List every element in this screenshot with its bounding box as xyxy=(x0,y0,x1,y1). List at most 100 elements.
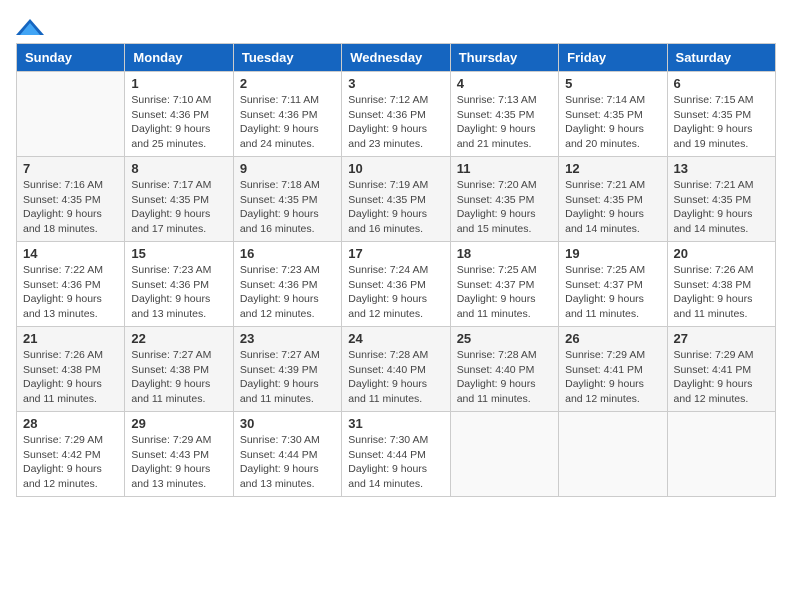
calendar-cell xyxy=(667,412,775,497)
logo-icon xyxy=(16,17,44,37)
calendar-cell: 31 Sunrise: 7:30 AM Sunset: 4:44 PM Dayli… xyxy=(342,412,450,497)
day-info: Sunrise: 7:24 AM Sunset: 4:36 PM Dayligh… xyxy=(348,263,443,322)
day-number: 4 xyxy=(457,76,552,91)
day-info: Sunrise: 7:23 AM Sunset: 4:36 PM Dayligh… xyxy=(240,263,335,322)
day-info: Sunrise: 7:21 AM Sunset: 4:35 PM Dayligh… xyxy=(565,178,660,237)
day-number: 20 xyxy=(674,246,769,261)
day-header-thursday: Thursday xyxy=(450,44,558,72)
day-number: 23 xyxy=(240,331,335,346)
calendar-week-row: 14 Sunrise: 7:22 AM Sunset: 4:36 PM Dayli… xyxy=(17,242,776,327)
day-number: 19 xyxy=(565,246,660,261)
calendar-cell: 30 Sunrise: 7:30 AM Sunset: 4:44 PM Dayli… xyxy=(233,412,341,497)
day-number: 22 xyxy=(131,331,226,346)
day-info: Sunrise: 7:14 AM Sunset: 4:35 PM Dayligh… xyxy=(565,93,660,152)
calendar-cell xyxy=(17,72,125,157)
calendar-cell: 9 Sunrise: 7:18 AM Sunset: 4:35 PM Daylig… xyxy=(233,157,341,242)
calendar-table: SundayMondayTuesdayWednesdayThursdayFrid… xyxy=(16,43,776,497)
day-header-saturday: Saturday xyxy=(667,44,775,72)
day-info: Sunrise: 7:27 AM Sunset: 4:38 PM Dayligh… xyxy=(131,348,226,407)
day-info: Sunrise: 7:19 AM Sunset: 4:35 PM Dayligh… xyxy=(348,178,443,237)
calendar-cell: 27Sunrise: 7:29 AM Sunset: 4:41 PM Dayli… xyxy=(667,327,775,412)
calendar-week-row: 7Sunrise: 7:16 AM Sunset: 4:35 PM Daylig… xyxy=(17,157,776,242)
day-info: Sunrise: 7:29 AM Sunset: 4:41 PM Dayligh… xyxy=(565,348,660,407)
calendar-cell: 21 Sunrise: 7:26 AM Sunset: 4:38 PM Dayli… xyxy=(17,327,125,412)
logo xyxy=(16,16,48,37)
day-number: 26 xyxy=(565,331,660,346)
day-number: 21 xyxy=(23,331,118,346)
day-number: 11 xyxy=(457,161,552,176)
day-info: Sunrise: 7:12 AM Sunset: 4:36 PM Dayligh… xyxy=(348,93,443,152)
calendar-cell: 25 Sunrise: 7:28 AM Sunset: 4:40 PM Dayli… xyxy=(450,327,558,412)
day-number: 13 xyxy=(674,161,769,176)
day-info: Sunrise: 7:22 AM Sunset: 4:36 PM Dayligh… xyxy=(23,263,118,322)
page-header xyxy=(16,16,776,37)
calendar-cell: 5 Sunrise: 7:14 AM Sunset: 4:35 PM Daylig… xyxy=(559,72,667,157)
day-info: Sunrise: 7:27 AM Sunset: 4:39 PM Dayligh… xyxy=(240,348,335,407)
day-header-wednesday: Wednesday xyxy=(342,44,450,72)
day-info: Sunrise: 7:11 AM Sunset: 4:36 PM Dayligh… xyxy=(240,93,335,152)
calendar-cell: 18 Sunrise: 7:25 AM Sunset: 4:37 PM Dayli… xyxy=(450,242,558,327)
day-info: Sunrise: 7:28 AM Sunset: 4:40 PM Dayligh… xyxy=(457,348,552,407)
calendar-cell: 28 Sunrise: 7:29 AM Sunset: 4:42 PM Dayli… xyxy=(17,412,125,497)
day-number: 14 xyxy=(23,246,118,261)
day-info: Sunrise: 7:17 AM Sunset: 4:35 PM Dayligh… xyxy=(131,178,226,237)
calendar-cell: 13Sunrise: 7:21 AM Sunset: 4:35 PM Dayli… xyxy=(667,157,775,242)
day-info: Sunrise: 7:26 AM Sunset: 4:38 PM Dayligh… xyxy=(23,348,118,407)
day-number: 25 xyxy=(457,331,552,346)
day-info: Sunrise: 7:30 AM Sunset: 4:44 PM Dayligh… xyxy=(348,433,443,492)
calendar-cell: 29 Sunrise: 7:29 AM Sunset: 4:43 PM Dayli… xyxy=(125,412,233,497)
calendar-cell: 24 Sunrise: 7:28 AM Sunset: 4:40 PM Dayli… xyxy=(342,327,450,412)
calendar-cell: 16 Sunrise: 7:23 AM Sunset: 4:36 PM Dayli… xyxy=(233,242,341,327)
day-number: 31 xyxy=(348,416,443,431)
day-header-tuesday: Tuesday xyxy=(233,44,341,72)
day-number: 29 xyxy=(131,416,226,431)
calendar-cell: 22 Sunrise: 7:27 AM Sunset: 4:38 PM Dayli… xyxy=(125,327,233,412)
day-number: 18 xyxy=(457,246,552,261)
calendar-cell: 1 Sunrise: 7:10 AM Sunset: 4:36 PM Daylig… xyxy=(125,72,233,157)
day-info: Sunrise: 7:16 AM Sunset: 4:35 PM Dayligh… xyxy=(23,178,118,237)
day-info: Sunrise: 7:15 AM Sunset: 4:35 PM Dayligh… xyxy=(674,93,769,152)
day-number: 5 xyxy=(565,76,660,91)
day-number: 8 xyxy=(131,161,226,176)
day-number: 24 xyxy=(348,331,443,346)
calendar-cell: 14 Sunrise: 7:22 AM Sunset: 4:36 PM Dayli… xyxy=(17,242,125,327)
day-info: Sunrise: 7:25 AM Sunset: 4:37 PM Dayligh… xyxy=(457,263,552,322)
day-number: 17 xyxy=(348,246,443,261)
calendar-cell: 8 Sunrise: 7:17 AM Sunset: 4:35 PM Daylig… xyxy=(125,157,233,242)
day-number: 12 xyxy=(565,161,660,176)
day-info: Sunrise: 7:29 AM Sunset: 4:42 PM Dayligh… xyxy=(23,433,118,492)
day-number: 28 xyxy=(23,416,118,431)
calendar-cell: 23 Sunrise: 7:27 AM Sunset: 4:39 PM Dayli… xyxy=(233,327,341,412)
calendar-cell: 7Sunrise: 7:16 AM Sunset: 4:35 PM Daylig… xyxy=(17,157,125,242)
day-number: 1 xyxy=(131,76,226,91)
day-number: 27 xyxy=(674,331,769,346)
calendar-cell: 6Sunrise: 7:15 AM Sunset: 4:35 PM Daylig… xyxy=(667,72,775,157)
day-header-friday: Friday xyxy=(559,44,667,72)
day-info: Sunrise: 7:25 AM Sunset: 4:37 PM Dayligh… xyxy=(565,263,660,322)
calendar-cell: 26 Sunrise: 7:29 AM Sunset: 4:41 PM Dayli… xyxy=(559,327,667,412)
calendar-cell: 12 Sunrise: 7:21 AM Sunset: 4:35 PM Dayli… xyxy=(559,157,667,242)
calendar-cell: 2Sunrise: 7:11 AM Sunset: 4:36 PM Daylig… xyxy=(233,72,341,157)
calendar-week-row: 28 Sunrise: 7:29 AM Sunset: 4:42 PM Dayli… xyxy=(17,412,776,497)
day-number: 3 xyxy=(348,76,443,91)
day-number: 10 xyxy=(348,161,443,176)
calendar-cell: 10 Sunrise: 7:19 AM Sunset: 4:35 PM Dayli… xyxy=(342,157,450,242)
day-info: Sunrise: 7:10 AM Sunset: 4:36 PM Dayligh… xyxy=(131,93,226,152)
day-info: Sunrise: 7:18 AM Sunset: 4:35 PM Dayligh… xyxy=(240,178,335,237)
day-info: Sunrise: 7:13 AM Sunset: 4:35 PM Dayligh… xyxy=(457,93,552,152)
day-number: 16 xyxy=(240,246,335,261)
calendar-week-row: 21 Sunrise: 7:26 AM Sunset: 4:38 PM Dayli… xyxy=(17,327,776,412)
calendar-cell: 19 Sunrise: 7:25 AM Sunset: 4:37 PM Dayli… xyxy=(559,242,667,327)
day-info: Sunrise: 7:29 AM Sunset: 4:43 PM Dayligh… xyxy=(131,433,226,492)
day-info: Sunrise: 7:30 AM Sunset: 4:44 PM Dayligh… xyxy=(240,433,335,492)
day-info: Sunrise: 7:23 AM Sunset: 4:36 PM Dayligh… xyxy=(131,263,226,322)
calendar-cell: 4 Sunrise: 7:13 AM Sunset: 4:35 PM Daylig… xyxy=(450,72,558,157)
day-info: Sunrise: 7:28 AM Sunset: 4:40 PM Dayligh… xyxy=(348,348,443,407)
calendar-cell: 15Sunrise: 7:23 AM Sunset: 4:36 PM Dayli… xyxy=(125,242,233,327)
day-number: 9 xyxy=(240,161,335,176)
day-info: Sunrise: 7:20 AM Sunset: 4:35 PM Dayligh… xyxy=(457,178,552,237)
day-info: Sunrise: 7:26 AM Sunset: 4:38 PM Dayligh… xyxy=(674,263,769,322)
calendar-cell: 3 Sunrise: 7:12 AM Sunset: 4:36 PM Daylig… xyxy=(342,72,450,157)
calendar-cell xyxy=(450,412,558,497)
day-number: 30 xyxy=(240,416,335,431)
